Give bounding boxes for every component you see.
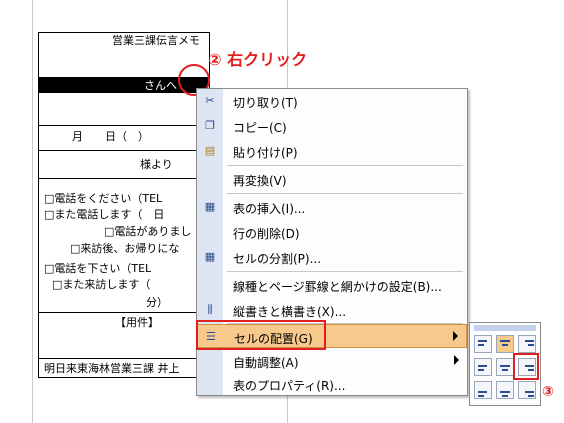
memo-line: 分）	[146, 296, 168, 309]
table-border	[38, 178, 209, 179]
align-bottom-left-icon[interactable]	[474, 381, 492, 399]
menu-item-paste[interactable]: ▤ 貼り付け(P)	[197, 139, 467, 163]
from-line: 様より	[140, 158, 173, 171]
menu-item-reconvert[interactable]: 再変換(V)	[197, 167, 467, 191]
menu-item-split-cells[interactable]: ▦ セルの分割(P)...	[197, 245, 467, 269]
recipient-label[interactable]: さんへ	[144, 79, 177, 92]
menu-item-cut[interactable]: ✂ 切り取り(T)	[197, 89, 467, 113]
memo-line: □また電話します（ 日	[44, 208, 165, 221]
split-cells-icon: ▦	[204, 250, 216, 263]
align-bottom-center-icon[interactable]	[496, 381, 514, 399]
insert-table-icon: ▦	[204, 200, 216, 213]
table-border	[38, 312, 209, 313]
paste-icon: ▤	[204, 144, 216, 157]
submenu-grip[interactable]	[474, 325, 536, 331]
menu-separator	[227, 165, 463, 166]
align-middle-center-icon[interactable]	[496, 358, 514, 376]
align-bottom-right-icon[interactable]	[518, 381, 536, 399]
menu-item-table-properties[interactable]: 表のプロパティ(R)...	[197, 372, 467, 396]
memo-line: □また来訪します（	[52, 278, 151, 291]
align-top-right-icon[interactable]	[518, 335, 536, 353]
scissors-icon: ✂	[205, 94, 215, 107]
memo-line: 【用件】	[115, 316, 159, 329]
date-line: 月 日（ ）	[72, 130, 149, 143]
menu-item-autofit[interactable]: 自動調整(A)	[197, 349, 467, 373]
table-border	[38, 150, 209, 151]
submenu-arrow-icon	[453, 331, 458, 341]
memo-line: 明日来東海林営業三課 井上	[44, 362, 180, 375]
memo-line: □電話をください（TEL	[44, 192, 163, 205]
align-middle-right-highlight	[513, 353, 539, 380]
submenu-arrow-icon	[454, 355, 459, 365]
align-top-left-icon[interactable]	[474, 335, 492, 353]
menu-separator	[227, 193, 463, 194]
align-top-center-icon[interactable]	[496, 335, 514, 353]
table-border	[38, 377, 209, 378]
memo-title: 営業三課伝言メモ	[112, 34, 200, 47]
menu-item-copy[interactable]: ❐ コピー(C)	[197, 114, 467, 138]
table-border	[38, 358, 209, 359]
menu-item-borders-shading[interactable]: 線種とページ罫線と網かけの設定(B)...	[197, 273, 467, 297]
cell-alignment-highlight	[196, 320, 326, 350]
step3-label: ③	[542, 384, 554, 400]
align-middle-left-icon[interactable]	[474, 358, 492, 376]
memo-line: □電話がありまし	[104, 225, 192, 238]
step2-label: ② 右クリック	[208, 50, 308, 69]
table-border	[38, 32, 209, 33]
text-direction-icon: ⫼	[207, 303, 213, 316]
copy-icon: ❐	[205, 119, 215, 132]
table-border	[38, 125, 209, 126]
memo-line: □電話を下さい（TEL	[44, 262, 152, 275]
menu-separator	[227, 271, 463, 272]
menu-item-text-direction[interactable]: ⫼ 縦書きと横書き(X)...	[197, 298, 467, 322]
page-guide-left	[32, 0, 33, 423]
menu-item-delete-row[interactable]: 行の削除(D)	[197, 220, 467, 244]
menu-item-insert-table[interactable]: ▦ 表の挿入(I)...	[197, 195, 467, 219]
memo-line: □来訪後、お帰りにな	[70, 242, 180, 255]
